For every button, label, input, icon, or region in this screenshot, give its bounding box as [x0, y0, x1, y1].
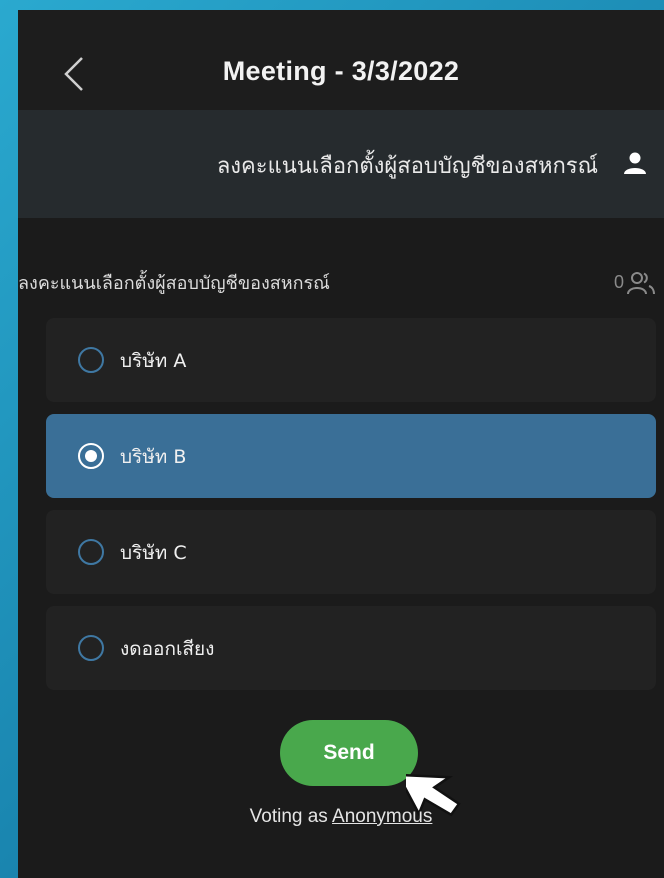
radio-dot [85, 450, 97, 462]
radio-button[interactable] [78, 539, 104, 565]
option-company-a[interactable]: บริษัท A [46, 318, 656, 402]
page-title: Meeting - 3/3/2022 [222, 56, 460, 86]
voting-as-prefix: Voting as [249, 806, 333, 827]
meeting-poll-screen: Meeting - 3/3/2022 ลงคะแนนเลือกตั้งผู้สอ… [18, 10, 664, 878]
vote-count: 0 [613, 272, 624, 292]
question-row: ลงคะแนนเลือกตั้งผู้สอบบัญชีของสหกรณ์ 0 [18, 262, 664, 302]
option-label: บริษัท A [120, 350, 187, 372]
poll-name-bar: ลงคะแนนเลือกตั้งผู้สอบบัญชีของสหกรณ์ [18, 110, 664, 218]
poll-name: ลงคะแนนเลือกตั้งผู้สอบบัญชีของสหกรณ์ [216, 154, 598, 179]
voting-as-text: Voting as Anonymous [18, 806, 664, 828]
people-icon [627, 272, 655, 295]
option-company-b[interactable]: บริษัท B [46, 414, 656, 498]
question-text: ลงคะแนนเลือกตั้งผู้สอบบัญชีของสหกรณ์ [18, 273, 330, 294]
anonymous-link[interactable]: Anonymous [332, 806, 432, 827]
radio-button[interactable] [78, 635, 104, 661]
option-label: งดออกเสียง [120, 638, 215, 660]
radio-button-selected[interactable] [78, 443, 104, 469]
option-label: บริษัท B [120, 446, 187, 468]
option-company-c[interactable]: บริษัท C [46, 510, 656, 594]
send-button[interactable]: Send [280, 720, 418, 786]
person-icon[interactable] [622, 150, 648, 176]
radio-button[interactable] [78, 347, 104, 373]
option-abstain[interactable]: งดออกเสียง [46, 606, 656, 690]
option-label: บริษัท C [120, 542, 187, 564]
